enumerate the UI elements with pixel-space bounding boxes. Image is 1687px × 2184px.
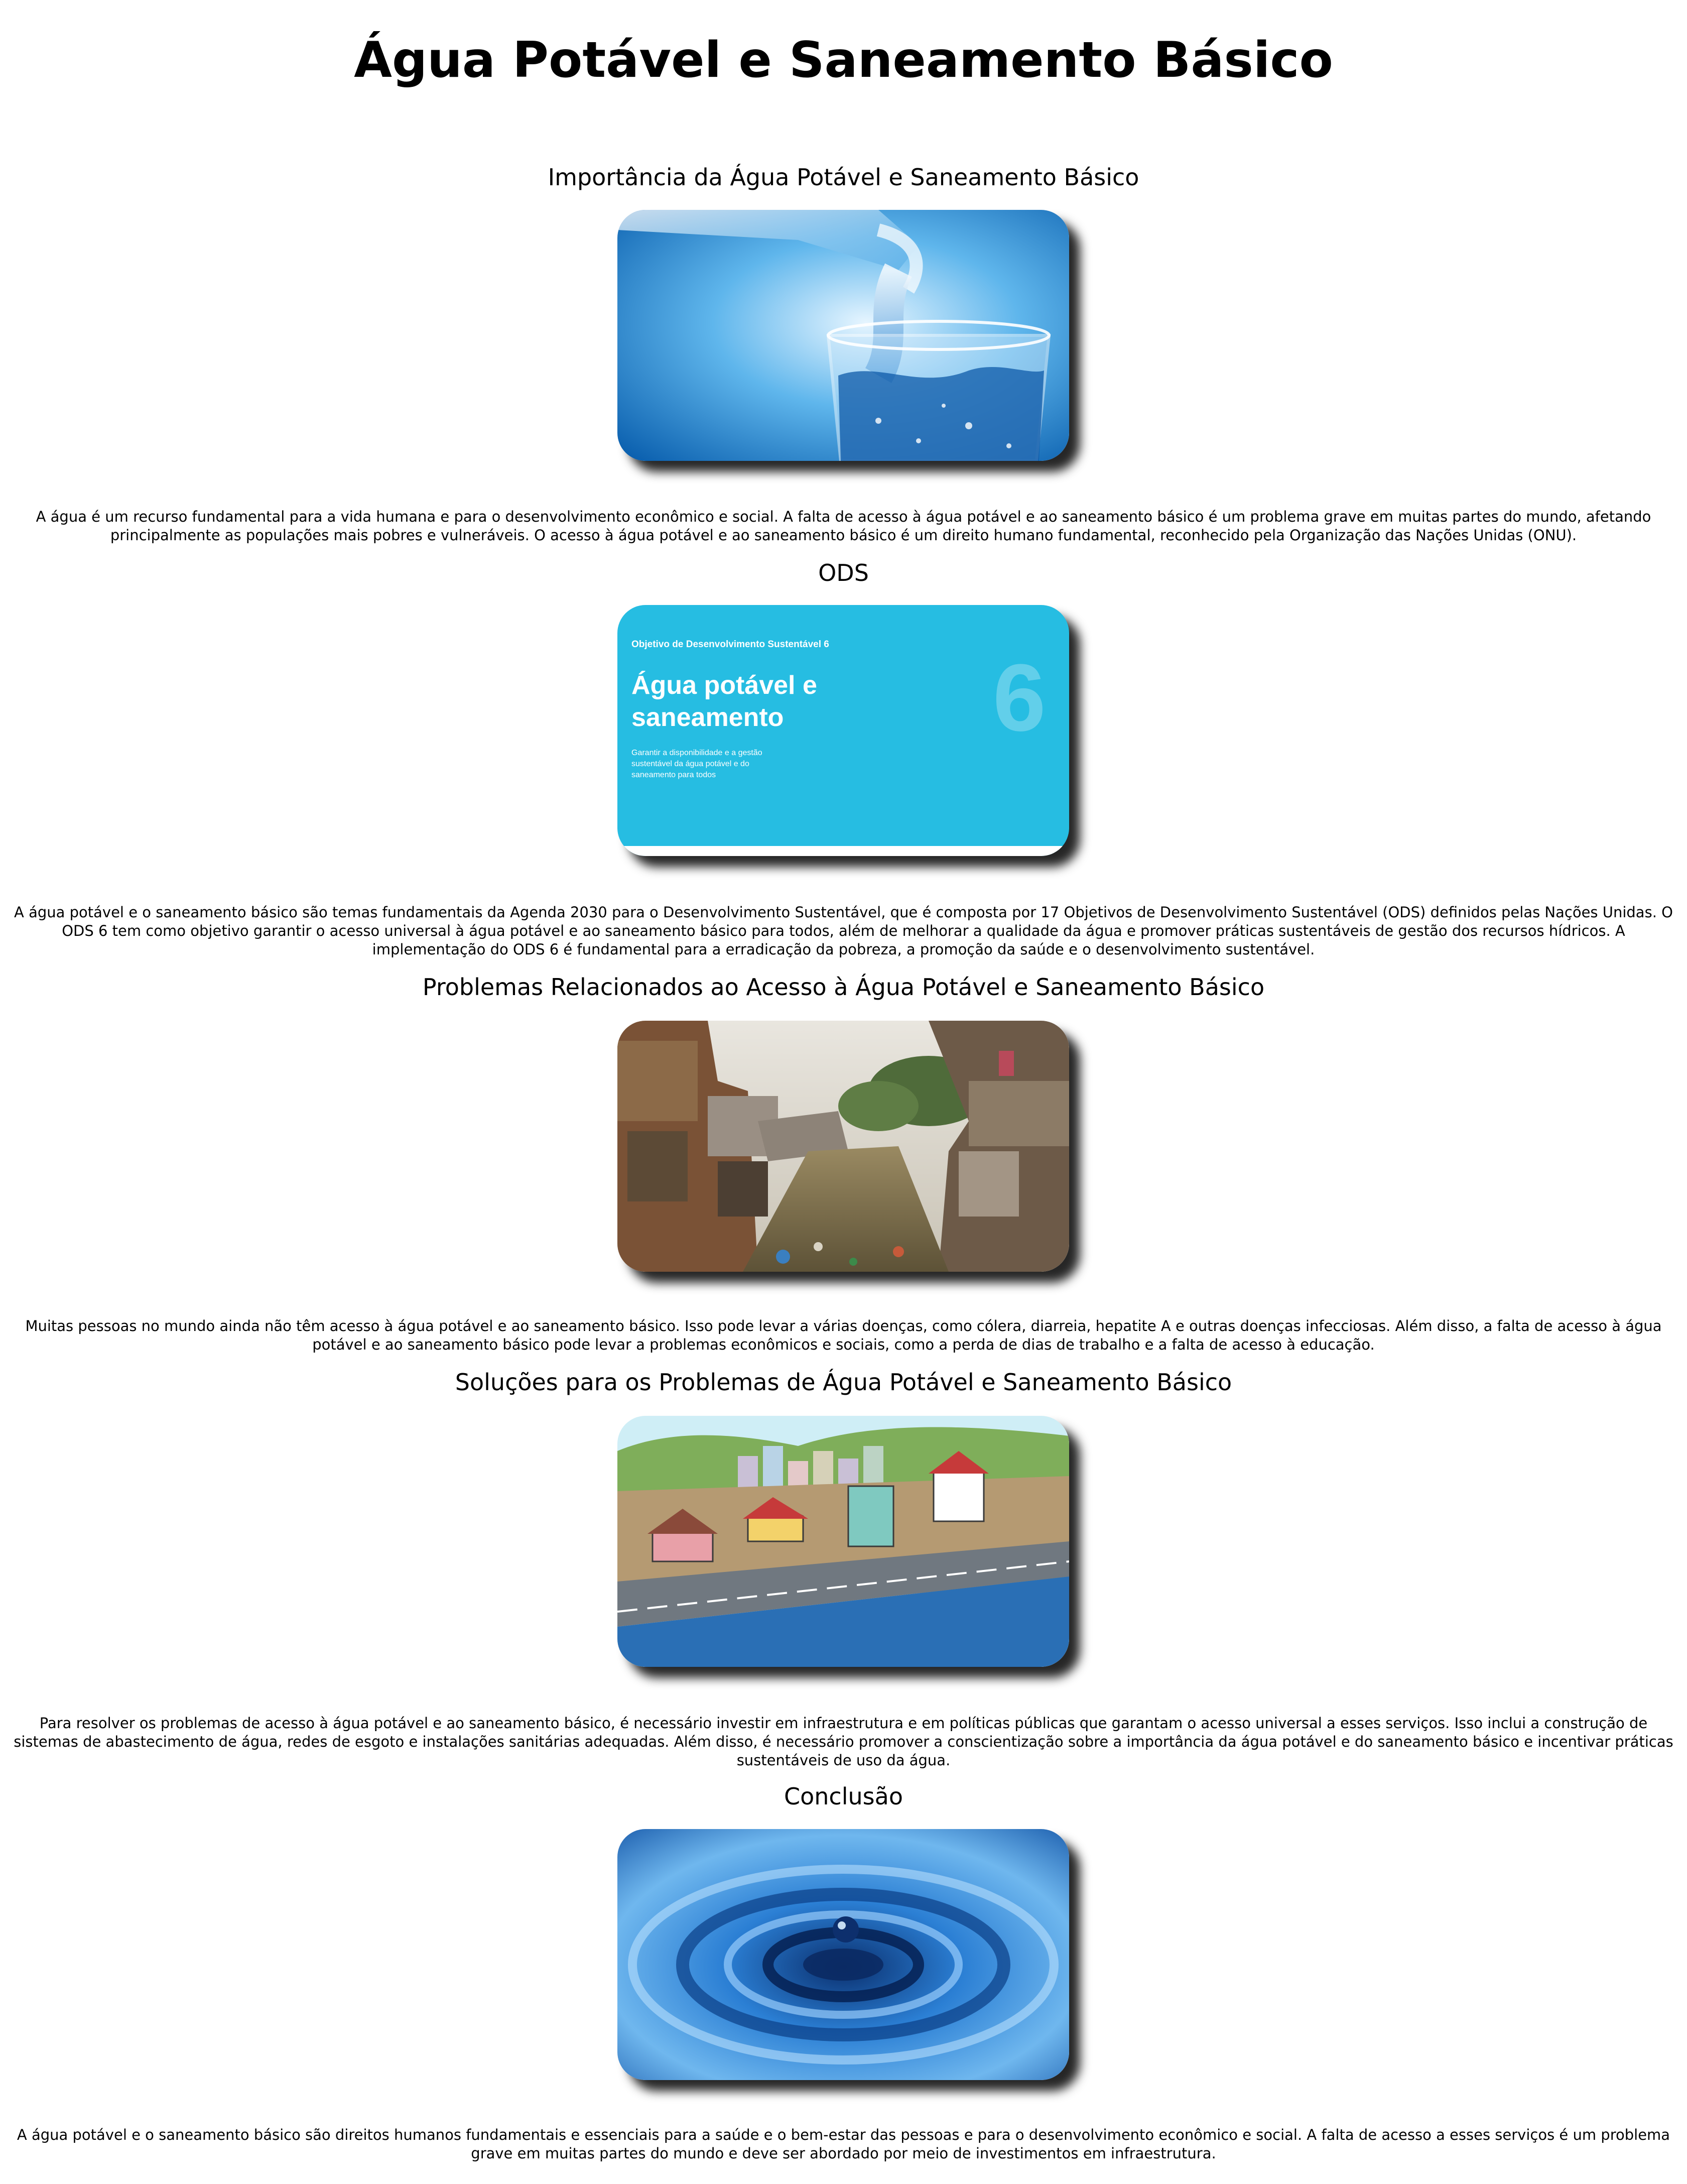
ods-6-image: Objetivo de Desenvolvimento Sustentável … (617, 605, 1069, 856)
page: Água Potável e Saneamento Básico Importâ… (0, 0, 1687, 2184)
page-title: Água Potável e Saneamento Básico (354, 32, 1333, 89)
section-heading-problemas: Problemas Relacionados ao Acesso à Água … (422, 974, 1265, 1001)
section-paragraph-ods: A água potável e o saneamento básico são… (14, 904, 1673, 958)
sewage-illustration-image (617, 1416, 1069, 1667)
section-heading-ods: ODS (818, 559, 869, 586)
ods-banner-footer (617, 846, 1069, 856)
section-heading-solucoes: Soluções para os Problemas de Água Potáv… (455, 1369, 1232, 1396)
section-heading-conclusao: Conclusão (784, 1783, 903, 1810)
section-heading-importancia: Importância da Água Potável e Saneamento… (548, 164, 1139, 191)
ods-banner-subtitle: Objetivo de Desenvolvimento Sustentável … (631, 639, 829, 650)
ods-banner-title: Água potável e saneamento (631, 671, 817, 732)
water-drop-image (617, 1829, 1069, 2080)
water-cup-icon (964, 705, 1069, 856)
water-glass-image (617, 210, 1069, 461)
section-paragraph-conclusao: A água potável e o saneamento básico são… (17, 2126, 1670, 2162)
section-paragraph-importancia: A água é um recurso fundamental para a v… (36, 508, 1651, 544)
section-paragraph-problemas: Muitas pessoas no mundo ainda não têm ac… (25, 1317, 1662, 1353)
section-paragraph-solucoes: Para resolver os problemas de acesso à á… (14, 1715, 1673, 1769)
ods-banner-description: Garantir a disponibilidade e a gestão su… (631, 749, 762, 779)
polluted-river-image (617, 1021, 1069, 1272)
